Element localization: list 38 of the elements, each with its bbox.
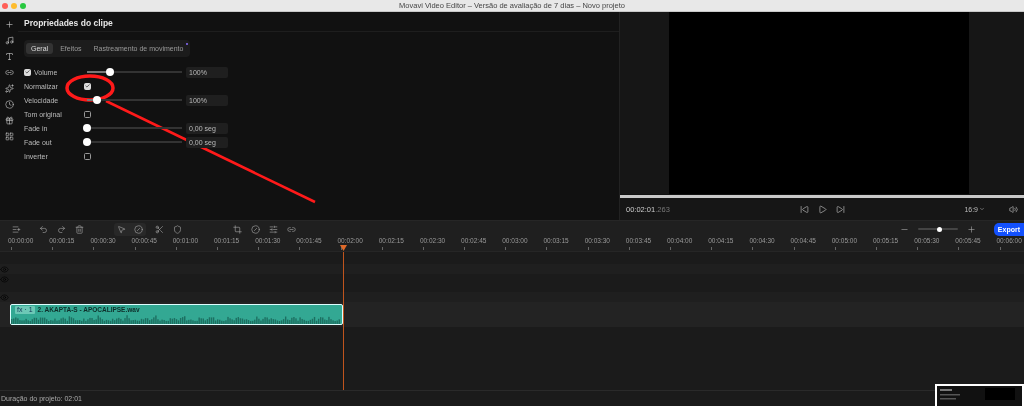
slider-thumb[interactable] — [83, 124, 91, 132]
crop-icon[interactable] — [233, 224, 242, 234]
gift-icon[interactable] — [4, 116, 14, 125]
slider-thumb[interactable] — [92, 96, 101, 104]
grid-icon[interactable] — [4, 132, 14, 141]
shield-icon[interactable] — [173, 224, 182, 234]
sliders-icon[interactable] — [269, 224, 278, 234]
link-icon[interactable] — [287, 224, 296, 234]
playhead-handle[interactable] — [340, 245, 347, 251]
volume-icon[interactable] — [1009, 204, 1018, 214]
scissors-icon[interactable] — [155, 224, 164, 234]
clock-icon[interactable] — [4, 100, 14, 109]
annotation-circle — [65, 74, 115, 102]
trash-icon[interactable] — [75, 224, 84, 234]
screenshot-thumbnail[interactable] — [935, 384, 1024, 406]
track-add-icon[interactable] — [12, 224, 21, 234]
text-icon[interactable] — [4, 52, 14, 61]
pointer-icon[interactable] — [117, 224, 126, 234]
circle-icon[interactable] — [251, 224, 260, 234]
close-button[interactable] — [2, 3, 8, 9]
play-icon[interactable] — [817, 204, 827, 214]
checkbox[interactable] — [84, 110, 91, 118]
checkbox[interactable] — [84, 152, 91, 160]
redo-icon[interactable] — [57, 224, 66, 234]
skip-back-icon[interactable] — [799, 204, 809, 214]
panel-title: Propriedades do clipe — [18, 12, 619, 32]
zoom-in-icon[interactable] — [966, 224, 976, 234]
chevron-down-icon — [979, 206, 985, 212]
skip-forward-icon[interactable] — [835, 204, 845, 214]
time-ruler[interactable] — [0, 237, 1024, 252]
zoom-thumb[interactable] — [937, 226, 943, 232]
sparkles-icon[interactable] — [4, 84, 14, 93]
transition-icon[interactable] — [4, 68, 14, 77]
undo-icon[interactable] — [39, 224, 48, 234]
slider-thumb[interactable] — [83, 138, 91, 146]
slider-thumb[interactable] — [105, 68, 114, 76]
music-icon[interactable] — [4, 36, 14, 45]
add-icon[interactable] — [4, 20, 14, 29]
